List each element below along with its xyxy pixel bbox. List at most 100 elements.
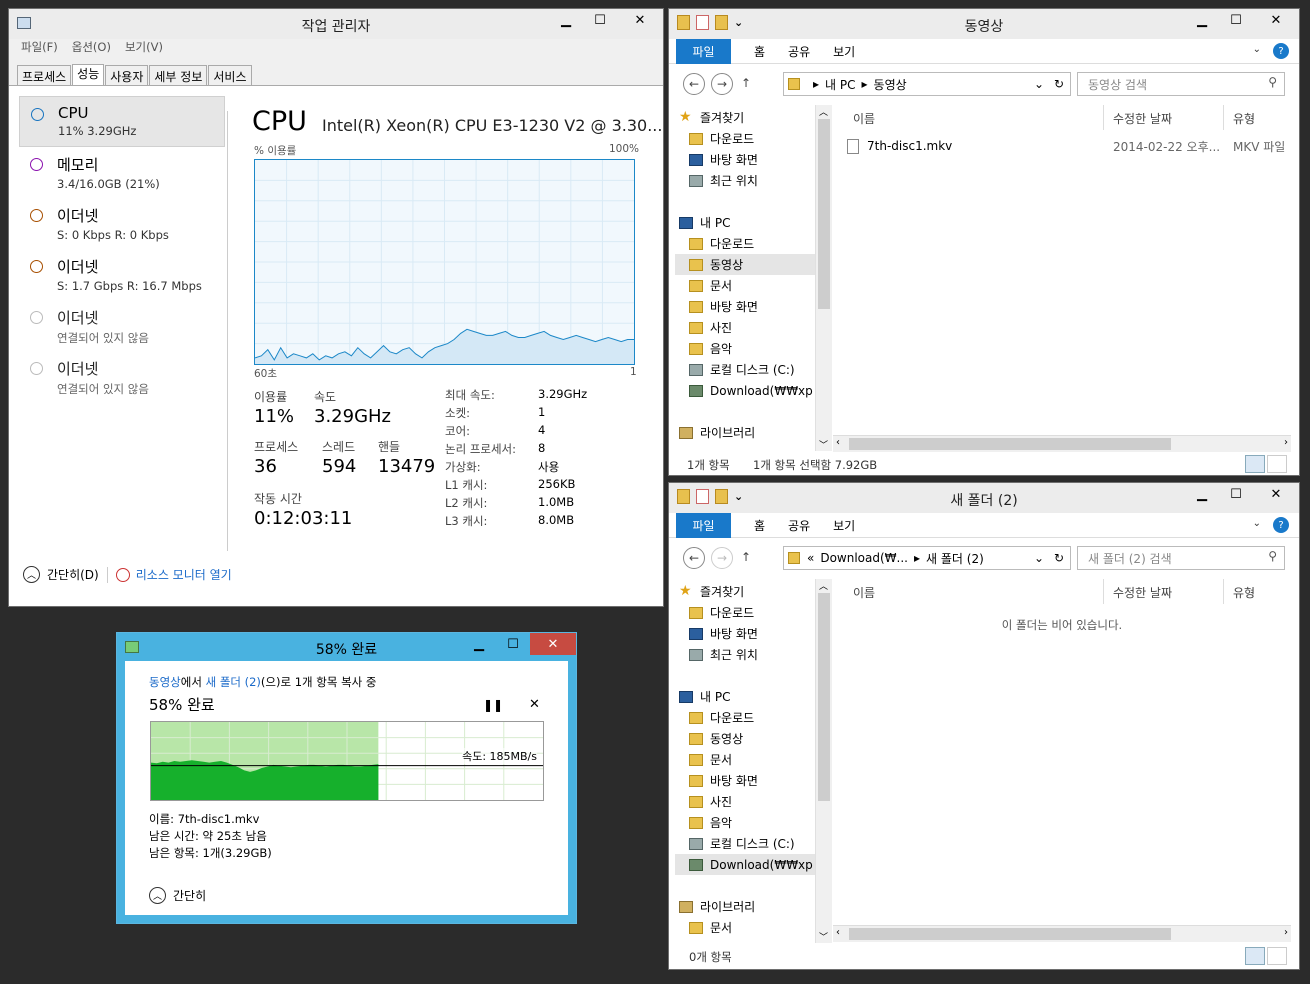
navigation-scrollbar[interactable]: ︿ ﹀ xyxy=(815,105,832,451)
address-bar[interactable]: « Download(₩... ▸ 새 폴더 (2) ⌄ ↻ xyxy=(783,546,1071,570)
column-name[interactable]: 이름 xyxy=(853,584,875,601)
destination-link[interactable]: 새 폴더 (2) xyxy=(206,675,261,689)
nav-item[interactable]: 바탕 화면 xyxy=(675,149,815,170)
column-name[interactable]: 이름 xyxy=(853,110,875,127)
nav-item[interactable]: 동영상 xyxy=(675,254,815,275)
nav-item[interactable]: 내 PC xyxy=(675,686,815,707)
chevron-up-icon[interactable]: ︿ xyxy=(23,566,40,583)
minimize-button[interactable]: ▁ xyxy=(1185,9,1219,31)
nav-item[interactable]: 최근 위치 xyxy=(675,170,815,191)
breadcrumb-videos[interactable]: 동영상 xyxy=(874,76,907,93)
nav-item[interactable]: 로컬 디스크 (C:) xyxy=(675,359,815,380)
up-arrow-icon[interactable]: ↑ xyxy=(741,550,751,564)
resource-item[interactable]: 이더넷 S: 0 Kbps R: 0 Kbps xyxy=(19,198,225,249)
chevron-down-icon[interactable]: ⌄ xyxy=(1034,551,1044,565)
scroll-thumb[interactable] xyxy=(818,593,830,801)
back-button[interactable]: ← xyxy=(683,547,705,569)
chevron-up-icon[interactable]: ︿ xyxy=(149,887,166,904)
expand-ribbon-icon[interactable]: ⌄ xyxy=(1253,518,1261,529)
scroll-up-icon[interactable]: ︿ xyxy=(819,579,828,592)
ribbon-file-tab[interactable]: 파일 xyxy=(676,512,731,538)
nav-item[interactable]: 바탕 화면 xyxy=(675,623,815,644)
column-type[interactable]: 유형 xyxy=(1233,584,1255,601)
nav-item[interactable]: Download(₩₩xp xyxy=(675,854,815,875)
search-box[interactable]: 새 폴더 (2) 검색 ⚲ xyxy=(1077,546,1285,570)
nav-item[interactable]: 문서 xyxy=(675,275,815,296)
maximize-button[interactable]: ☐ xyxy=(583,9,617,31)
nav-item[interactable]: 다운로드 xyxy=(675,128,815,149)
ribbon-home-tab[interactable]: 홈 xyxy=(754,517,765,534)
overflow-chevron[interactable]: « xyxy=(807,551,814,565)
forward-button[interactable]: → xyxy=(711,547,733,569)
nav-item[interactable]: 로컬 디스크 (C:) xyxy=(675,833,815,854)
resource-item[interactable]: 이더넷 S: 1.7 Gbps R: 16.7 Mbps xyxy=(19,249,225,300)
pause-button[interactable]: ❚❚ xyxy=(483,698,503,712)
help-icon[interactable]: ? xyxy=(1273,517,1289,533)
scroll-down-icon[interactable]: ﹀ xyxy=(819,930,828,943)
ribbon-view-tab[interactable]: 보기 xyxy=(833,43,855,60)
task-manager-titlebar[interactable]: 작업 관리자 ▁ ☐ ✕ xyxy=(9,9,663,39)
nav-item[interactable]: ★ 즐겨찾기 xyxy=(675,107,815,128)
ribbon-view-tab[interactable]: 보기 xyxy=(833,517,855,534)
nav-item[interactable]: 음악 xyxy=(675,812,815,833)
chevron-down-icon[interactable]: ⌄ xyxy=(1034,77,1044,91)
up-arrow-icon[interactable]: ↑ xyxy=(741,76,751,90)
nav-item[interactable]: 사진 xyxy=(675,317,815,338)
scroll-right-icon[interactable]: › xyxy=(1284,927,1288,938)
nav-item[interactable]: Download(₩₩xp xyxy=(675,380,815,401)
nav-item[interactable]: 최근 위치 xyxy=(675,644,815,665)
minimize-button[interactable]: ▁ xyxy=(462,633,496,655)
resource-item[interactable]: 메모리 3.4/16.0GB (21%) xyxy=(19,147,225,198)
menu-options[interactable]: 옵션(O) xyxy=(72,39,111,55)
file-row[interactable]: 7th-disc1.mkv 2014-02-22 오후... MKV 파일 xyxy=(847,135,1291,157)
nav-item[interactable]: 바탕 화면 xyxy=(675,296,815,317)
expand-ribbon-icon[interactable]: ⌄ xyxy=(1253,44,1261,55)
column-date[interactable]: 수정한 날짜 xyxy=(1113,110,1172,127)
minimize-button[interactable]: ▁ xyxy=(549,9,583,31)
resource-item[interactable]: CPU 11% 3.29GHz xyxy=(19,96,225,147)
help-icon[interactable]: ? xyxy=(1273,43,1289,59)
nav-item[interactable]: 음악 xyxy=(675,338,815,359)
search-icon[interactable]: ⚲ xyxy=(1268,75,1277,89)
nav-item[interactable]: 동영상 xyxy=(675,728,815,749)
breadcrumb-new-folder[interactable]: 새 폴더 (2) xyxy=(926,550,984,567)
details-view-button[interactable] xyxy=(1245,455,1265,473)
back-button[interactable]: ← xyxy=(683,73,705,95)
maximize-button[interactable]: ☐ xyxy=(496,633,530,655)
menu-view[interactable]: 보기(V) xyxy=(125,39,163,55)
horizontal-scrollbar[interactable]: ‹ › xyxy=(833,435,1291,452)
breadcrumb-pc[interactable]: 내 PC xyxy=(825,76,855,93)
search-icon[interactable]: ⚲ xyxy=(1268,549,1277,563)
scroll-thumb[interactable] xyxy=(849,438,1171,450)
close-button[interactable]: ✕ xyxy=(617,9,663,31)
nav-item[interactable]: 사진 xyxy=(675,791,815,812)
scroll-thumb[interactable] xyxy=(818,119,830,309)
details-view-button[interactable] xyxy=(1245,947,1265,965)
close-button[interactable]: ✕ xyxy=(1253,483,1299,505)
scroll-thumb[interactable] xyxy=(849,928,1171,940)
cancel-button[interactable]: ✕ xyxy=(529,697,540,712)
ribbon-file-tab[interactable]: 파일 xyxy=(676,38,731,64)
forward-button[interactable]: → xyxy=(711,73,733,95)
fewer-details-button[interactable]: 간단히(D) xyxy=(47,566,99,583)
column-type[interactable]: 유형 xyxy=(1233,110,1255,127)
nav-item[interactable]: ★ 즐겨찾기 xyxy=(675,581,815,602)
maximize-button[interactable]: ☐ xyxy=(1219,483,1253,505)
open-resource-monitor-link[interactable]: 리소스 모니터 열기 xyxy=(136,566,232,583)
fewer-details-button[interactable]: 간단히 xyxy=(173,887,206,904)
large-icons-view-button[interactable] xyxy=(1267,455,1287,473)
large-icons-view-button[interactable] xyxy=(1267,947,1287,965)
minimize-button[interactable]: ▁ xyxy=(1185,483,1219,505)
ribbon-share-tab[interactable]: 공유 xyxy=(788,517,810,534)
search-box[interactable]: 동영상 검색 ⚲ xyxy=(1077,72,1285,96)
tab-performance[interactable]: 성능 xyxy=(72,64,105,86)
scroll-left-icon[interactable]: ‹ xyxy=(836,927,840,938)
nav-item[interactable]: 문서 xyxy=(675,749,815,770)
menu-file[interactable]: 파일(F) xyxy=(21,39,58,55)
nav-item[interactable]: 라이브러리 xyxy=(675,896,815,917)
breadcrumb-download[interactable]: Download(₩... xyxy=(820,551,908,565)
address-bar[interactable]: ▸ 내 PC ▸ 동영상 ⌄ ↻ xyxy=(783,72,1071,96)
nav-item[interactable]: 다운로드 xyxy=(675,707,815,728)
close-button[interactable]: ✕ xyxy=(530,633,576,655)
nav-item[interactable]: 다운로드 xyxy=(675,602,815,623)
